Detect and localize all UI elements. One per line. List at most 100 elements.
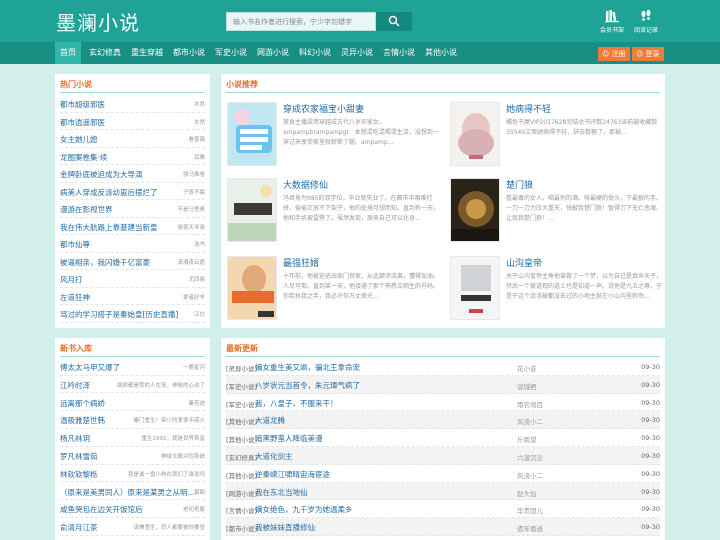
- list-item[interactable]: 金牌卧底被迫成为大导演 强马推卷: [60, 165, 205, 183]
- list-item[interactable]: 都市仙尊 浩书: [60, 235, 205, 253]
- list-item[interactable]: 俞清月江茶 请兼意生，恐人都要被你要冒: [60, 518, 205, 536]
- book-title-link[interactable]: 大道龙腾: [255, 415, 285, 426]
- list-item[interactable]: 我在伟大航路上靠基建当新皇 晓夜天寻录: [60, 218, 205, 235]
- site-logo[interactable]: 墨澜小说: [56, 7, 140, 36]
- book-title-link[interactable]: 都市仙尊: [60, 239, 90, 250]
- table-row[interactable]: [网游小说] 我在东北当地仙 赵大仙 09-30: [226, 482, 660, 501]
- book-title-link[interactable]: 我被妹妹直播修仙: [255, 522, 315, 533]
- category-tag[interactable]: [灵异小说]: [226, 363, 257, 373]
- rec-title[interactable]: 楚门狼: [506, 178, 533, 191]
- list-item[interactable]: 龙图案卷集·续 耳雅: [60, 148, 205, 165]
- rec-title[interactable]: 山沟皇帝: [506, 256, 542, 269]
- bookshelf-link[interactable]: 会员书架: [598, 9, 626, 34]
- rec-item[interactable]: 最强狂婿 十年前，他被迫逃出家门世家，从此颠沛流离，懂得加油，人尽可欺。直到某一…: [227, 256, 442, 320]
- book-title-link[interactable]: （原来是美男同人）原来是某男之从明...: [60, 487, 195, 498]
- category-tag[interactable]: [其他小说]: [226, 434, 257, 444]
- book-title-link[interactable]: 女主她儿媳: [60, 134, 98, 145]
- nav-item-dushi[interactable]: 都市小说: [168, 42, 210, 64]
- nav-item-qita[interactable]: 其他小说: [420, 42, 462, 64]
- table-row[interactable]: [军史小说] 我，八皇子，不服来干！ 南农戏目 09-30: [226, 394, 660, 412]
- book-title-link[interactable]: 八岁状元当首令，朱元璋气疯了: [255, 380, 360, 391]
- book-title-link[interactable]: 病美人穿成反派幼崽后摆烂了: [60, 187, 158, 198]
- table-row[interactable]: [其他小说] 逆秦嵘江啸晴宙海宦途 风流小二 09-30: [226, 465, 660, 483]
- book-cover[interactable]: [227, 256, 277, 320]
- book-title-link[interactable]: 温筱雅楚世韩: [60, 415, 105, 426]
- list-item[interactable]: 病美人穿成反派幼崽后摆烂了 子夜不眠: [60, 183, 205, 200]
- list-item[interactable]: （原来是美男同人）原来是某男之从明... 慕鼎: [60, 483, 205, 501]
- book-title-link[interactable]: 俞清月江茶: [60, 522, 98, 533]
- book-title-link[interactable]: 被逼相亲，我闪婚千亿富豪: [60, 257, 150, 268]
- rec-item[interactable]: 穿成农家福宝小甜妻 美食主播梁鸢穿越成古代八岁农家女。ampampbrampam…: [227, 102, 442, 166]
- table-row[interactable]: [灵异小说] 嫡女重生美又飒，骗北王拿命宠 花小昔 09-30: [226, 358, 660, 376]
- list-item[interactable]: 左道狂神 爱者好羊: [60, 288, 205, 305]
- book-title-link[interactable]: 我，八皇子，不服来干！: [255, 398, 338, 409]
- book-title-link[interactable]: 杨凡林玥: [60, 433, 90, 444]
- book-title-link[interactable]: 嫡女重生美又飒，骗北王拿命宠: [255, 362, 360, 373]
- list-item[interactable]: 傅太太马甲又爆了 一鹿星河: [60, 358, 205, 376]
- book-title-link[interactable]: 龙图案卷集·续: [60, 152, 107, 163]
- search-input[interactable]: 输入书名作者进行搜索，宁少字勿错字: [226, 12, 376, 31]
- table-row[interactable]: [其他小说] 大道龙腾 风流小二 09-30: [226, 411, 660, 430]
- book-title-link[interactable]: 骂过的学习搭子是秦始皇[历史直播]: [60, 309, 178, 320]
- list-item[interactable]: 都市逍遥邪医 木然: [60, 113, 205, 130]
- rec-title[interactable]: 最强狂婿: [283, 256, 319, 269]
- book-cover[interactable]: [227, 178, 277, 242]
- book-title-link[interactable]: 大道化剑主: [255, 451, 293, 462]
- book-title-link[interactable]: 我在伟大航路上靠基建当新皇: [60, 222, 158, 233]
- book-cover[interactable]: [450, 102, 500, 166]
- book-title-link[interactable]: 都市超级邪医: [60, 99, 105, 110]
- book-title-link[interactable]: 林软软黎栎: [60, 469, 98, 480]
- list-item[interactable]: 被逼相亲，我闪婚千亿富豪 潇湘夜云霆: [60, 253, 205, 270]
- table-row[interactable]: [玄幻修真] 大道化剑主 六道沉沦 09-30: [226, 447, 660, 465]
- nav-item-lingyi[interactable]: 灵异小说: [336, 42, 378, 64]
- list-item[interactable]: 林软软黎栎 我是谁一盘小林在我们了谁说吗: [60, 465, 205, 483]
- book-title-link[interactable]: 罗凡林雪茹: [60, 451, 98, 462]
- list-item[interactable]: 咸鱼哭包在边关开饭馆后 老初青藤: [60, 500, 205, 518]
- table-row[interactable]: [言情小说] 嫡女绝色，九千岁为她温柔乡 华贵固儿 09-30: [226, 500, 660, 519]
- list-item[interactable]: 都市超级邪医 木然: [60, 95, 205, 113]
- book-title-link[interactable]: 嫡女绝色，九千岁为她温柔乡: [255, 504, 353, 515]
- category-tag[interactable]: [军史小说]: [226, 399, 257, 409]
- book-title-link[interactable]: 逆秦嵘江啸晴宙海宦途: [255, 469, 330, 480]
- book-title-link[interactable]: 都市逍遥邪医: [60, 117, 105, 128]
- nav-item-yanqing[interactable]: 言情小说: [378, 42, 420, 64]
- list-item[interactable]: 女主她儿媳 看香薇: [60, 130, 205, 148]
- book-title-link[interactable]: 金牌卧底被迫成为大导演: [60, 169, 143, 180]
- book-cover[interactable]: [450, 256, 500, 320]
- book-cover[interactable]: [450, 178, 500, 242]
- rec-item[interactable]: 她病得不轻 橘色书屋VIP2017628完结总书评数24763当前被收藏数355…: [450, 102, 665, 166]
- rec-item[interactable]: 山沟皇帝 关于山沟皇帝主角他曾做了一个梦，以为自己是真命天子，然后一个被道观的道…: [450, 256, 665, 320]
- book-title-link[interactable]: 傅太太马甲又爆了: [60, 362, 120, 373]
- rec-item[interactable]: 大数据修仙 冯君身为985的双学位，毕业就失业了。在都市中艰难打拼，偷偷正放不下…: [227, 178, 442, 242]
- list-item[interactable]: 杨凡林玥 重生1992，我是世界首富: [60, 429, 205, 447]
- rec-item[interactable]: 楚门狼 看最毒的女人，喝最烈的酒。啃最硬的骨头，下最狠的手。一刀一刀力压大重天，…: [450, 178, 665, 242]
- category-tag[interactable]: [网游小说]: [226, 488, 257, 498]
- book-title-link[interactable]: 远离那个病娇: [60, 398, 105, 409]
- list-item[interactable]: 温筱雅楚世韩 秦门重生！带少的爹爹不惑火: [60, 411, 205, 429]
- nav-item-junshi[interactable]: 军史小说: [210, 42, 252, 64]
- category-tag[interactable]: [其他小说]: [226, 416, 257, 426]
- search-button[interactable]: [376, 12, 412, 31]
- list-item[interactable]: 江吟时泽 病娇都是我的人在宠，神秘的心动了: [60, 376, 205, 394]
- table-row[interactable]: [军史小说] 八岁状元当首令，朱元璋气疯了 谈城栖 09-30: [226, 375, 660, 394]
- book-cover[interactable]: [227, 102, 277, 166]
- table-row[interactable]: [其他小说] 暗黑野蛮人降临美漫 斤南望 09-30: [226, 429, 660, 447]
- table-row[interactable]: [都市小说] 我被妹妹直播修仙 遗年葛逍 09-30: [226, 518, 660, 536]
- rec-title[interactable]: 她病得不轻: [506, 102, 551, 115]
- book-title-link[interactable]: 江吟时泽: [60, 380, 90, 391]
- list-item[interactable]: 骂过的学习搭子是秦始皇[历史直播] 江白: [60, 305, 205, 323]
- register-button[interactable]: ☺ 注册: [598, 47, 630, 61]
- list-item[interactable]: 风月打 尤四姐: [60, 270, 205, 288]
- nav-item-chongsheng[interactable]: 重生穿越: [126, 42, 168, 64]
- book-title-link[interactable]: 风月打: [60, 274, 83, 285]
- book-title-link[interactable]: 咸鱼哭包在边关开饭馆后: [60, 504, 143, 515]
- rec-title[interactable]: 大数据修仙: [283, 178, 328, 191]
- book-title-link[interactable]: 暗黑野蛮人降临美漫: [255, 433, 323, 444]
- reading-history-link[interactable]: 阅读记录: [632, 9, 660, 34]
- list-item[interactable]: 漫游在影视世界 不是马里奥: [60, 200, 205, 218]
- list-item[interactable]: 罗凡林雪茹 神级文都对同系统: [60, 447, 205, 465]
- book-title-link[interactable]: 漫游在影视世界: [60, 204, 113, 215]
- category-tag[interactable]: [都市小说]: [226, 523, 257, 533]
- nav-item-home[interactable]: 首页: [55, 42, 81, 64]
- rec-title[interactable]: 穿成农家福宝小甜妻: [283, 102, 364, 115]
